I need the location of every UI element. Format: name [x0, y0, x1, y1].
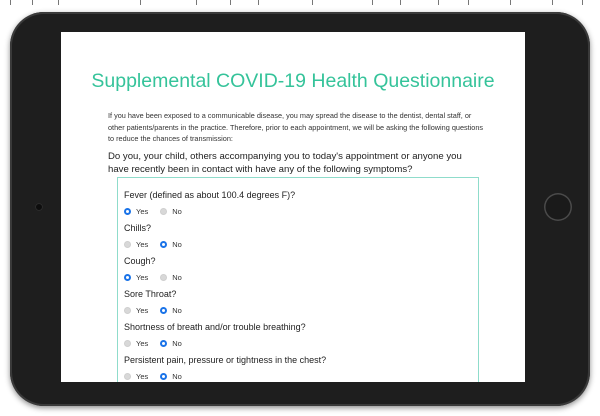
radio-label-yes: Yes	[136, 305, 149, 315]
radio-yes[interactable]: Yes	[124, 339, 148, 348]
radio-no[interactable]: No	[160, 240, 182, 249]
symptom-question-label: Persistent pain, pressure or tightness i…	[124, 355, 327, 365]
main-question: Do you, your child, others accompanying …	[108, 151, 462, 175]
radio-label-no: No	[172, 338, 182, 348]
symptom-question: Shortness of breath and/or trouble breat…	[124, 321, 306, 348]
radio-label-yes: Yes	[136, 239, 149, 249]
symptom-question-label: Cough?	[124, 256, 156, 266]
symptom-question: Chills? Yes No	[124, 222, 194, 249]
intro-paragraph: If you have been exposed to a communicab…	[108, 111, 484, 143]
radio-yes[interactable]: Yes	[124, 306, 148, 315]
symptom-question: Sore Throat? Yes No	[124, 288, 194, 315]
top-glare	[0, 0, 600, 10]
radio-no[interactable]: No	[160, 207, 182, 216]
radio-group: Yes No	[124, 305, 194, 315]
radio-label-yes: Yes	[136, 272, 149, 282]
page-title: Supplemental COVID-19 Health Questionnai…	[91, 70, 495, 92]
radio-group: Yes No	[124, 371, 326, 381]
radio-button-yes[interactable]	[124, 372, 131, 380]
camera-icon	[35, 203, 43, 211]
radio-button-yes[interactable]	[124, 339, 131, 347]
radio-button-no[interactable]	[160, 339, 168, 347]
symptom-question: Persistent pain, pressure or tightness i…	[124, 354, 326, 381]
radio-yes[interactable]: Yes	[124, 372, 148, 381]
symptom-question: Cough? Yes No	[124, 255, 194, 282]
radio-button-yes[interactable]	[124, 240, 131, 248]
radio-yes[interactable]: Yes	[124, 240, 148, 249]
radio-button-no[interactable]	[160, 240, 168, 248]
radio-label-no: No	[172, 272, 182, 282]
radio-label-yes: Yes	[136, 206, 149, 216]
radio-group: Yes No	[124, 239, 194, 249]
radio-yes[interactable]: Yes	[124, 207, 148, 216]
radio-label-yes: Yes	[136, 338, 149, 348]
radio-button-no[interactable]	[160, 207, 168, 215]
radio-group: Yes No	[124, 272, 194, 282]
radio-button-no[interactable]	[160, 273, 168, 281]
symptom-question-label: Shortness of breath and/or trouble breat…	[124, 322, 306, 332]
tablet-screen: Supplemental COVID-19 Health Questionnai…	[61, 32, 525, 382]
radio-group: Yes No	[124, 338, 306, 348]
symptom-question: Fever (defined as about 100.4 degrees F)…	[124, 189, 295, 216]
tablet-frame: Supplemental COVID-19 Health Questionnai…	[10, 12, 590, 406]
radio-no[interactable]: No	[160, 306, 182, 315]
radio-label-no: No	[172, 371, 182, 381]
radio-button-no[interactable]	[160, 372, 168, 380]
home-button[interactable]	[544, 193, 572, 221]
radio-no[interactable]: No	[160, 273, 182, 282]
radio-no[interactable]: No	[160, 372, 182, 381]
radio-no[interactable]: No	[160, 339, 182, 348]
radio-label-no: No	[172, 305, 182, 315]
symptom-question-label: Sore Throat?	[124, 289, 177, 299]
radio-button-yes[interactable]	[124, 306, 131, 314]
symptom-question-label: Chills?	[124, 223, 152, 233]
radio-label-yes: Yes	[136, 371, 149, 381]
radio-label-no: No	[172, 239, 182, 249]
radio-button-no[interactable]	[160, 306, 168, 314]
radio-yes[interactable]: Yes	[124, 273, 148, 282]
radio-label-no: No	[172, 206, 182, 216]
radio-group: Yes No	[124, 206, 295, 216]
symptom-question-label: Fever (defined as about 100.4 degrees F)…	[124, 190, 296, 200]
radio-button-yes[interactable]	[124, 207, 131, 215]
radio-button-yes[interactable]	[124, 273, 131, 281]
